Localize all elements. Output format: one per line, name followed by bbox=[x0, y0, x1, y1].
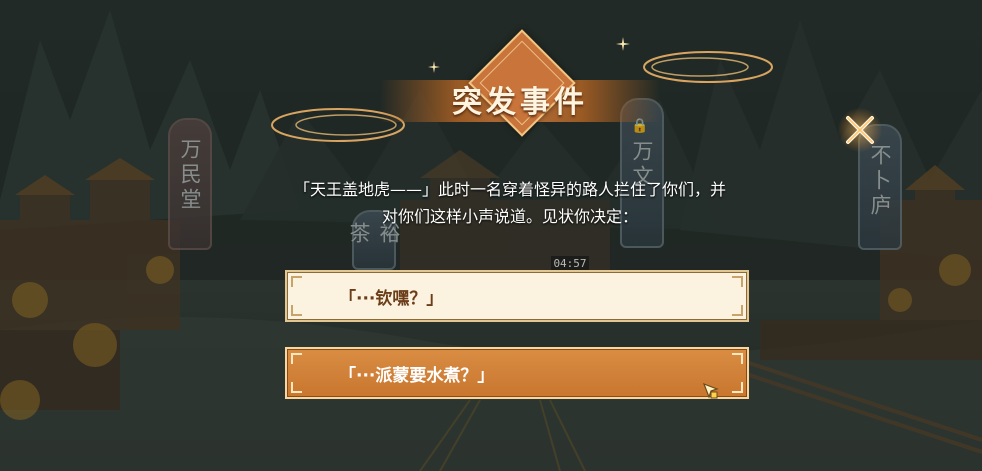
option-label: 「···钦嘿？」 bbox=[339, 288, 444, 309]
close-x-icon bbox=[846, 116, 874, 144]
sign-wanmin-restaurant: 万民堂 bbox=[168, 118, 212, 250]
option-button-1[interactable]: 「···钦嘿？」 bbox=[285, 270, 749, 322]
corner-ornament bbox=[291, 276, 302, 287]
corner-ornament bbox=[291, 305, 302, 316]
corner-ornament bbox=[291, 353, 302, 364]
corner-ornament bbox=[732, 276, 743, 287]
corner-ornament bbox=[732, 382, 743, 393]
event-title-banner: 突发事件 bbox=[271, 25, 773, 142]
event-dialogue: 「天王盖地虎——」此时一名穿着怪异的路人拦住了你们，并 对你们这样小声说道。见状… bbox=[240, 176, 780, 230]
event-title: 突发事件 bbox=[452, 85, 588, 120]
corner-ornament bbox=[732, 353, 743, 364]
corner-ornament bbox=[291, 382, 302, 393]
pointer-cursor-icon bbox=[702, 382, 719, 399]
option-label: 「···派蒙要水煮？」 bbox=[339, 365, 495, 386]
corner-ornament bbox=[732, 305, 743, 316]
sparkle-icon bbox=[616, 37, 630, 51]
dialogue-line-1: 「天王盖地虎——」此时一名穿着怪异的路人拦住了你们，并 bbox=[293, 180, 726, 199]
sparkle-icon bbox=[428, 61, 440, 73]
close-button[interactable] bbox=[838, 108, 882, 152]
dialogue-line-2: 对你们这样小声说道。见状你决定： bbox=[381, 207, 638, 226]
option-button-2[interactable]: 「···派蒙要水煮？」 bbox=[285, 347, 749, 399]
